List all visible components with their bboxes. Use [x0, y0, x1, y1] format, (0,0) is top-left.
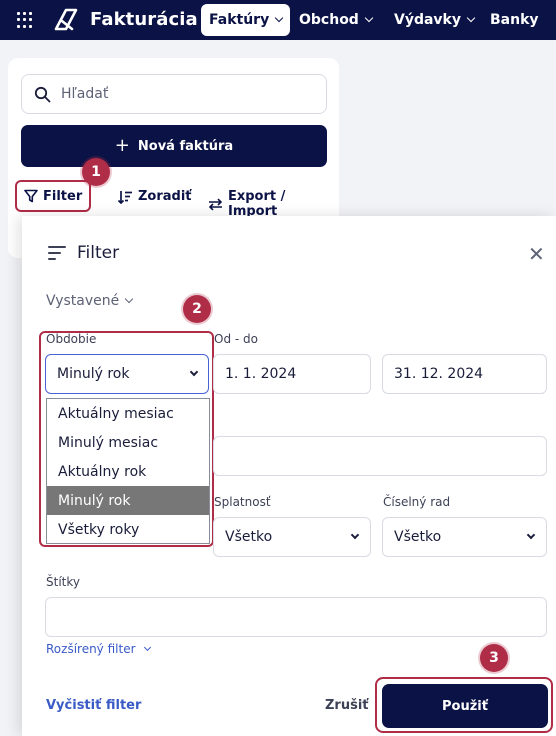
- issued-type-dropdown[interactable]: Vystavené: [46, 293, 134, 309]
- issued-type-label: Vystavené: [46, 293, 120, 309]
- chevron-down-icon: [364, 13, 374, 23]
- plus-icon: +: [114, 135, 130, 156]
- sort-label: Zoradiť: [138, 189, 192, 204]
- top-navigation-bar: Fakturácia Faktúry Obchod Výdavky Banky: [0, 0, 556, 40]
- period-option[interactable]: Aktuálny mesiac: [47, 399, 209, 428]
- period-dropdown-list: Aktuálny mesiac Minulý mesiac Aktuálny r…: [46, 398, 210, 544]
- cancel-button[interactable]: Zrušiť: [325, 698, 369, 713]
- partner-input[interactable]: [213, 436, 547, 476]
- nav-item-vydavky[interactable]: Výdavky: [386, 4, 482, 36]
- nav-item-banky[interactable]: Banky: [482, 4, 547, 36]
- nav-item-label: Výdavky: [394, 12, 461, 28]
- chevron-down-icon: [350, 530, 360, 539]
- date-to-input[interactable]: 31. 12. 2024: [382, 354, 547, 394]
- chevron-down-icon: [143, 643, 151, 651]
- period-select[interactable]: Minulý rok: [45, 354, 209, 394]
- chevron-down-icon: [124, 294, 134, 304]
- search-box[interactable]: [21, 74, 327, 114]
- filter-button[interactable]: Filter: [15, 180, 92, 212]
- brand-name: Fakturácia: [90, 9, 198, 30]
- due-label: Splatnosť: [214, 495, 271, 509]
- series-label: Číselný rad: [383, 495, 451, 509]
- series-select[interactable]: Všetko: [382, 517, 547, 557]
- chevron-down-icon: [189, 367, 199, 376]
- export-import-label: Export / Import: [227, 189, 286, 219]
- advanced-filter-toggle[interactable]: Rozšírený filter: [46, 642, 151, 656]
- apply-button[interactable]: Použiť: [382, 684, 548, 728]
- search-input[interactable]: [61, 86, 301, 102]
- callout-badge: 3: [480, 644, 508, 672]
- chevron-down-icon: [274, 13, 284, 23]
- filter-lines-icon: [48, 246, 66, 264]
- period-option[interactable]: Aktuálny rok: [47, 457, 209, 486]
- date-range-label: Od - do: [214, 332, 258, 346]
- period-option-selected[interactable]: Minulý rok: [47, 486, 209, 515]
- chevron-down-icon: [466, 13, 476, 23]
- period-value: Minulý rok: [57, 366, 130, 382]
- apps-grid-icon[interactable]: [17, 12, 33, 28]
- series-value: Všetko: [394, 529, 442, 545]
- period-option[interactable]: Minulý mesiac: [47, 428, 209, 457]
- nav-item-label: Banky: [490, 12, 539, 28]
- new-invoice-button[interactable]: + Nová faktúra: [21, 125, 327, 167]
- swap-arrows-icon: [208, 197, 223, 211]
- date-from-input[interactable]: 1. 1. 2024: [213, 354, 371, 394]
- funnel-icon: [24, 189, 38, 203]
- new-invoice-label: Nová faktúra: [137, 138, 234, 154]
- nav-item-label: Obchod: [299, 12, 359, 28]
- filter-drawer-title: Filter: [77, 243, 120, 263]
- period-option[interactable]: Všetky roky: [47, 515, 209, 544]
- clear-filter-button[interactable]: Vyčistiť filter: [46, 698, 141, 713]
- search-icon: [34, 86, 51, 102]
- period-label: Obdobie: [46, 332, 97, 346]
- export-import-button[interactable]: Export / Import: [208, 189, 339, 219]
- callout-badge: 1: [82, 158, 110, 186]
- tags-input[interactable]: [45, 597, 547, 637]
- sort-icon: [118, 190, 132, 204]
- due-select[interactable]: Všetko: [213, 517, 371, 557]
- filter-label: Filter: [43, 188, 83, 204]
- close-icon[interactable]: ✕: [528, 242, 545, 266]
- nav-item-faktury[interactable]: Faktúry: [201, 4, 291, 36]
- nav-item-label: Faktúry: [209, 12, 270, 28]
- tags-label: Štítky: [46, 575, 80, 589]
- nav-item-obchod[interactable]: Obchod: [291, 4, 380, 36]
- due-value: Všetko: [225, 529, 273, 545]
- chevron-down-icon: [526, 530, 536, 539]
- callout-badge: 2: [183, 295, 211, 323]
- advanced-filter-label: Rozšírený filter: [46, 642, 136, 656]
- sort-button[interactable]: Zoradiť: [118, 189, 192, 204]
- brand-logo: [54, 8, 78, 31]
